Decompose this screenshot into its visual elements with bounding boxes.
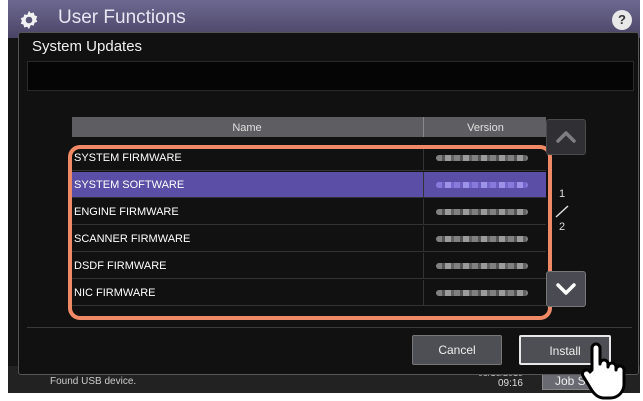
- message-area: [27, 61, 634, 91]
- system-updates-dialog: System Updates Name Version SYSTEM FIRMW…: [18, 32, 639, 375]
- scroll-down-button[interactable]: [546, 271, 586, 307]
- status-time: 09:16: [497, 378, 523, 389]
- app-title: User Functions: [58, 7, 186, 28]
- help-button[interactable]: ?: [612, 10, 632, 30]
- table-header: Name Version: [72, 117, 546, 137]
- status-message: Found USB device.: [50, 376, 137, 387]
- cancel-button[interactable]: Cancel: [412, 335, 502, 365]
- page-total: 2: [559, 221, 566, 233]
- page-current: 1: [559, 188, 566, 200]
- hand-cursor-icon: [581, 342, 626, 400]
- column-header-version: Version: [423, 117, 547, 137]
- column-header-name: Name: [232, 122, 262, 134]
- chevron-up-icon: [556, 131, 576, 143]
- divider: [27, 327, 632, 328]
- dialog-title: System Updates: [32, 38, 143, 55]
- chevron-down-icon: [556, 283, 576, 295]
- scroll-up-button[interactable]: [546, 119, 586, 155]
- list-highlight-frame: [68, 145, 552, 320]
- gear-icon: [20, 10, 38, 30]
- page-separator: [555, 205, 569, 218]
